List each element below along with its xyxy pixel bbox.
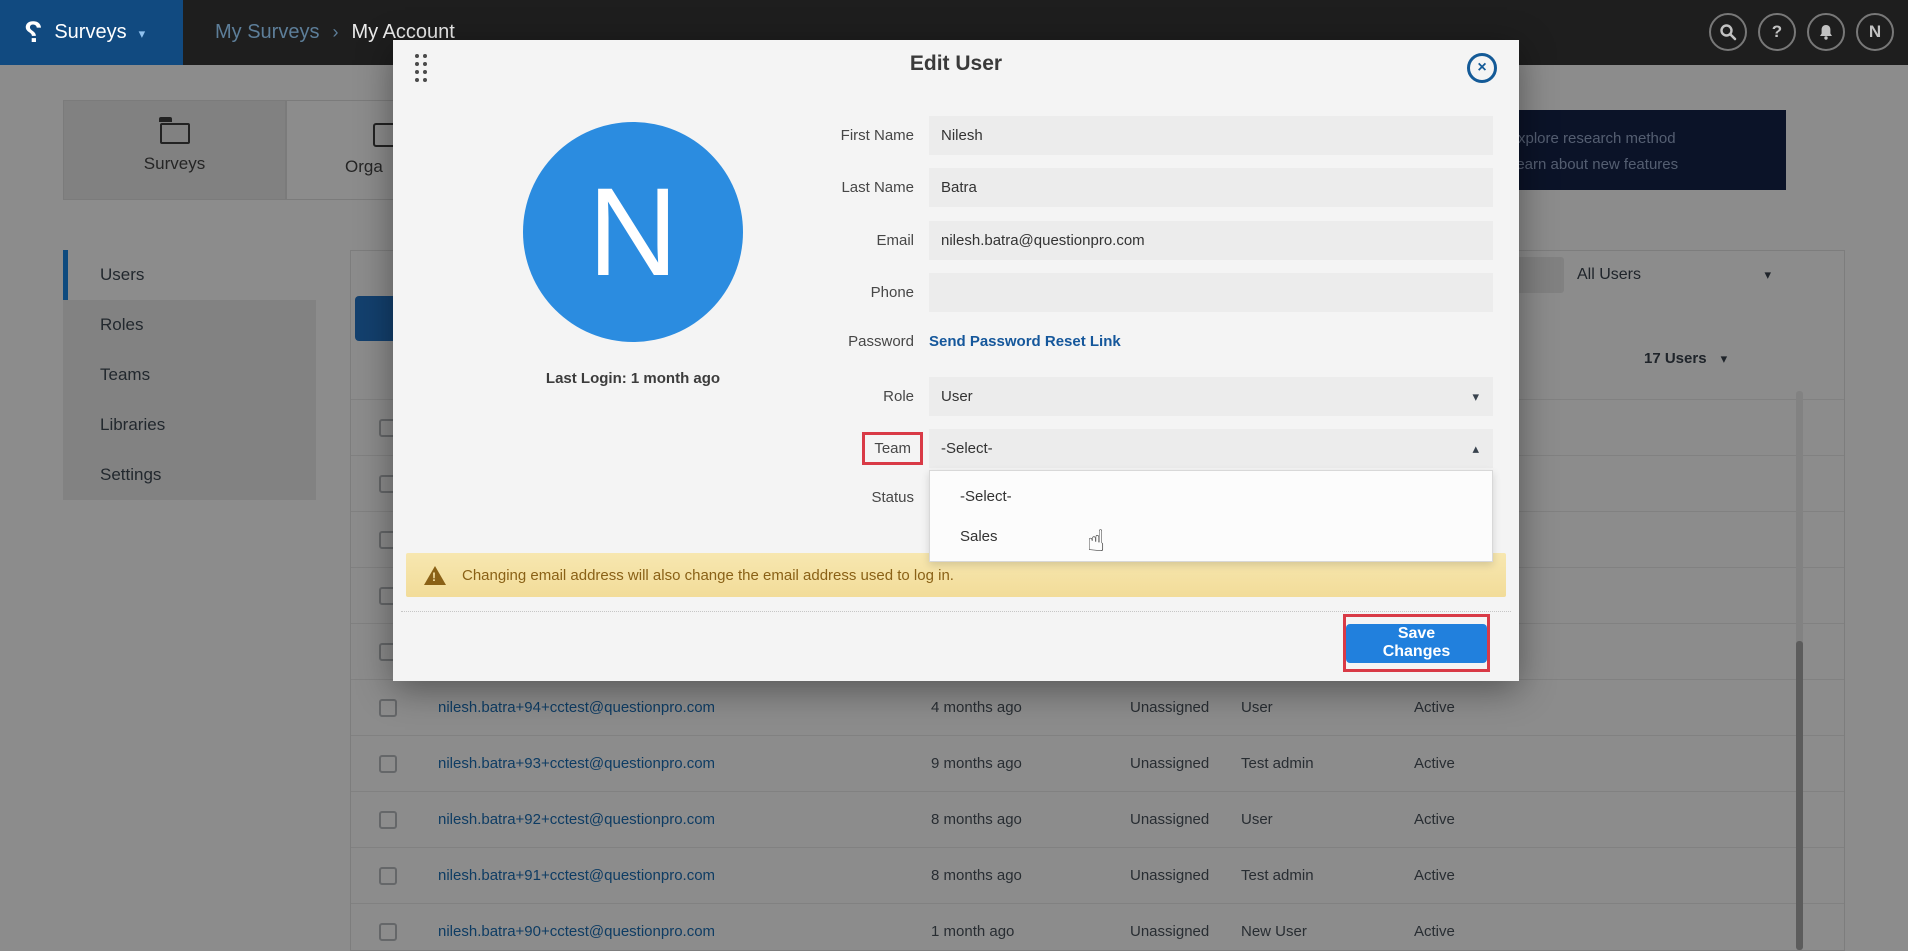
close-glyph: ×	[1477, 59, 1486, 77]
save-changes-button[interactable]: Save Changes	[1346, 624, 1487, 663]
email-row: Email	[393, 221, 1493, 260]
topbar-icon-group: ? N	[1709, 13, 1894, 51]
password-row: Password Send Password Reset Link	[393, 333, 1493, 350]
product-switcher[interactable]: ? Surveys ▾	[0, 0, 183, 65]
team-row: Team -Select- ▴	[393, 429, 1493, 468]
breadcrumb-separator-icon: ›	[332, 22, 338, 43]
app-window: ? Surveys ▾ My Surveys › My Account ? N …	[0, 0, 1908, 951]
questionpro-logo-icon: ?	[24, 18, 42, 48]
save-annotation-box: Save Changes	[1343, 614, 1490, 672]
option-label: Sales	[960, 528, 998, 545]
team-label-wrap: Team	[393, 432, 929, 465]
avatar[interactable]: N	[1856, 13, 1894, 51]
hand-cursor-icon: ☝	[1087, 524, 1105, 559]
edit-user-modal: Edit User × N Last Login: 1 month ago Fi…	[393, 40, 1519, 681]
send-password-reset-link[interactable]: Send Password Reset Link	[929, 333, 1121, 350]
team-select[interactable]: -Select- ▴	[929, 429, 1493, 468]
team-dropdown-list: -Select- Sales	[929, 470, 1493, 562]
first-name-row: First Name	[393, 116, 1493, 155]
role-row: Role User ▾	[393, 377, 1493, 416]
caret-down-icon: ▾	[1472, 389, 1479, 405]
last-name-row: Last Name	[393, 168, 1493, 207]
close-icon[interactable]: ×	[1467, 53, 1497, 83]
modal-title: Edit User	[393, 40, 1519, 88]
team-value: -Select-	[941, 440, 993, 457]
team-dropdown-option[interactable]: -Select-	[930, 476, 1492, 516]
product-name: Surveys	[54, 21, 126, 44]
team-annotation-box: Team	[862, 432, 923, 465]
phone-row: Phone	[393, 273, 1493, 312]
chevron-down-icon: ▾	[139, 26, 146, 42]
bell-icon[interactable]	[1807, 13, 1845, 51]
first-name-field[interactable]	[929, 116, 1493, 155]
password-label: Password	[393, 333, 929, 350]
warning-icon	[424, 566, 446, 585]
breadcrumb-my-surveys[interactable]: My Surveys	[215, 21, 319, 44]
help-glyph: ?	[1772, 22, 1782, 42]
email-label: Email	[393, 232, 929, 249]
team-dropdown-option[interactable]: Sales	[930, 516, 1492, 556]
team-label: Team	[874, 440, 911, 457]
warning-text: Changing email address will also change …	[462, 567, 954, 584]
first-name-label: First Name	[393, 127, 929, 144]
option-label: -Select-	[960, 488, 1012, 505]
help-icon[interactable]: ?	[1758, 13, 1796, 51]
role-value: User	[941, 388, 973, 405]
role-select[interactable]: User ▾	[929, 377, 1493, 416]
email-field[interactable]	[929, 221, 1493, 260]
role-label: Role	[393, 388, 929, 405]
phone-field[interactable]	[929, 273, 1493, 312]
last-name-label: Last Name	[393, 179, 929, 196]
footer-divider	[401, 611, 1511, 612]
phone-label: Phone	[393, 284, 929, 301]
last-name-field[interactable]	[929, 168, 1493, 207]
caret-up-icon: ▴	[1472, 441, 1479, 457]
search-icon[interactable]	[1709, 13, 1747, 51]
status-label: Status	[393, 489, 929, 506]
avatar-letter: N	[1869, 22, 1881, 42]
